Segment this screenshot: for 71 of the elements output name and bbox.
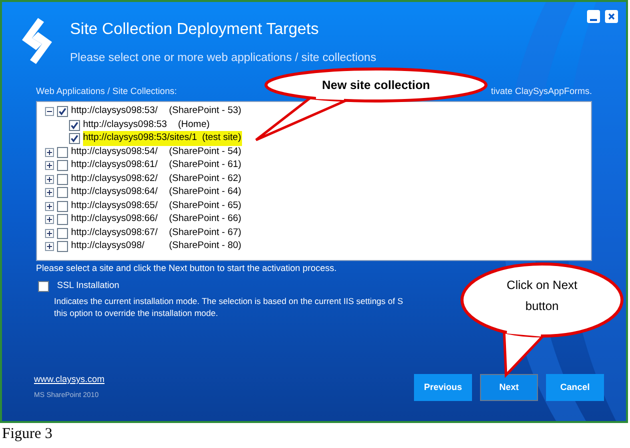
site-url: http://claysys098/ [71,239,146,254]
expand-icon[interactable] [45,215,54,224]
checkbox[interactable] [38,280,49,292]
site-url: http://claysys098:65/ [71,198,159,213]
window-subtitle: Please select one or more web applications / site collections [70,51,376,66]
minimize-button[interactable] [587,10,600,23]
close-button[interactable] [605,10,618,23]
tree-item[interactable]: http://claysys098:65/ (SharePoint - 65) [71,198,242,214]
tree-item[interactable]: http://claysys098:53/sites/1 (test site) [83,131,242,146]
expand-icon[interactable] [45,161,54,170]
site-name: (SharePoint - 67) [169,226,242,240]
tree-item[interactable]: http://claysys098:53/ (SharePoint - 53) [71,104,242,119]
tree-item[interactable]: http://claysys098/ (SharePoint - 80) [71,239,242,254]
tree-item[interactable]: http://claysys098:61/ (SharePoint - 61) [71,158,242,173]
checkbox[interactable] [57,200,68,212]
site-url: http://claysys098:53 [83,118,168,132]
expand-icon[interactable] [45,188,54,197]
figure-caption: Figure 3 [2,425,54,444]
collapse-icon[interactable] [45,107,54,116]
checkbox[interactable] [57,187,68,198]
dialog-button[interactable]: Next [480,374,538,401]
expand-icon[interactable] [45,174,54,184]
minimize-icon [590,19,597,21]
hint-text: Please select a site and click the Next button to start the activation process. [36,262,337,275]
site-name: (SharePoint - 62) [169,172,242,186]
list-label: Web Applications / Site Collections: [36,85,177,98]
site-name: (SharePoint - 80) [169,239,242,254]
site-name: (SharePoint - 65) [169,198,242,213]
checkbox[interactable] [57,106,68,117]
tree-item[interactable]: http://claysys098:67/ (SharePoint - 67) [71,226,242,240]
callout-text: New site collection [320,77,432,94]
site-url: http://claysys098:54/ [71,144,159,159]
close-icon [608,13,615,20]
tree-item[interactable]: http://claysys098:54/ (SharePoint - 54) [71,144,242,160]
site-url: http://claysys098:66/ [71,212,159,226]
checkbox[interactable] [69,120,80,130]
site-url: http://claysys098:53/sites/1 [83,131,198,146]
checkbox[interactable] [57,174,68,184]
checkbox[interactable] [69,133,80,144]
tree-item[interactable]: http://claysys098:64/ (SharePoint - 64) [71,185,242,200]
tree-item[interactable]: http://claysys098:62/ (SharePoint - 62) [71,172,242,186]
expand-icon[interactable] [45,242,54,251]
expand-icon[interactable] [45,202,54,210]
expand-icon[interactable] [45,228,54,238]
tree-item[interactable]: http://claysys098:66/ (SharePoint - 66) [71,212,242,227]
window-title: Site Collection Deployment Targets [70,20,320,40]
site-name: (Home) [178,118,210,132]
site-name: (SharePoint - 64) [169,185,242,200]
checkbox[interactable] [57,146,68,158]
site-name: (SharePoint - 54) [169,144,242,159]
website-link[interactable]: www.claysys.com [34,373,105,386]
site-url: http://claysys098:53/ [71,104,159,118]
checkbox[interactable] [57,241,68,252]
site-name: (SharePoint - 61) [169,158,242,172]
side-note: tivate ClaySysAppForms. [490,85,592,98]
tree-item[interactable]: http://claysys098:53 (Home) [83,118,211,132]
ssl-description: this option to override the installation mode. [54,306,218,319]
site-url: http://claysys098:61/ [71,158,159,172]
checkbox[interactable] [57,228,68,238]
site-url: http://claysys098:67/ [71,226,159,240]
checkbox[interactable] [57,214,68,225]
site-url: http://claysys098:62/ [71,172,159,186]
site-name: (test site) [202,131,242,146]
site-name: (SharePoint - 66) [169,212,242,226]
site-url: http://claysys098:64/ [71,185,159,200]
checkbox[interactable] [57,160,68,171]
expand-icon[interactable] [45,148,54,156]
ssl-label: SSL Installation [57,279,120,292]
ssl-description: Indicates the current installation mode. The selection is based on the current IIS settings of S [54,294,404,307]
site-name: (SharePoint - 53) [169,104,242,118]
callout-text: Click on Next button [506,277,578,315]
